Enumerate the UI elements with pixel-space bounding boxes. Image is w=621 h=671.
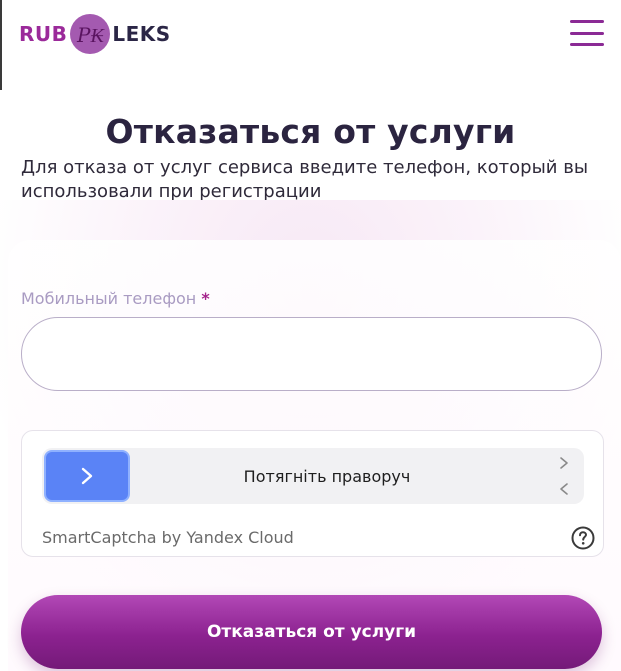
- logo-mark-text: Р₭: [76, 23, 105, 47]
- smart-captcha: Потягніть праворуч SmartCaptcha by Yande…: [21, 430, 604, 557]
- logo-text-right: LEKS: [112, 22, 171, 46]
- phone-input[interactable]: [21, 317, 602, 391]
- question-circle-icon[interactable]: [571, 526, 595, 550]
- chevron-small-right-icon: [560, 457, 568, 469]
- page-subtitle: Для отказа от услуг сервиса введите теле…: [21, 157, 589, 202]
- required-mark: *: [201, 289, 210, 308]
- phone-label-text: Мобильный телефон: [21, 289, 197, 308]
- hamburger-menu-icon[interactable]: [570, 20, 604, 46]
- phone-label: Мобильный телефон *: [21, 289, 210, 308]
- logo-text-left: RUB: [19, 22, 68, 46]
- captcha-slider-track[interactable]: Потягніть праворуч: [42, 448, 584, 504]
- chevron-small-left-icon: [560, 483, 568, 495]
- logo[interactable]: RUB Р₭ LEKS: [19, 14, 171, 54]
- header: RUB Р₭ LEKS: [0, 0, 621, 70]
- refuse-service-button[interactable]: Отказаться от услуги: [21, 595, 602, 669]
- captcha-brand: SmartCaptcha by Yandex Cloud: [42, 528, 294, 547]
- logo-mark-icon: Р₭: [70, 14, 111, 54]
- page-title: Отказаться от услуги: [105, 112, 516, 151]
- captcha-slider-handle[interactable]: [44, 450, 130, 502]
- chevron-right-icon: [81, 467, 93, 485]
